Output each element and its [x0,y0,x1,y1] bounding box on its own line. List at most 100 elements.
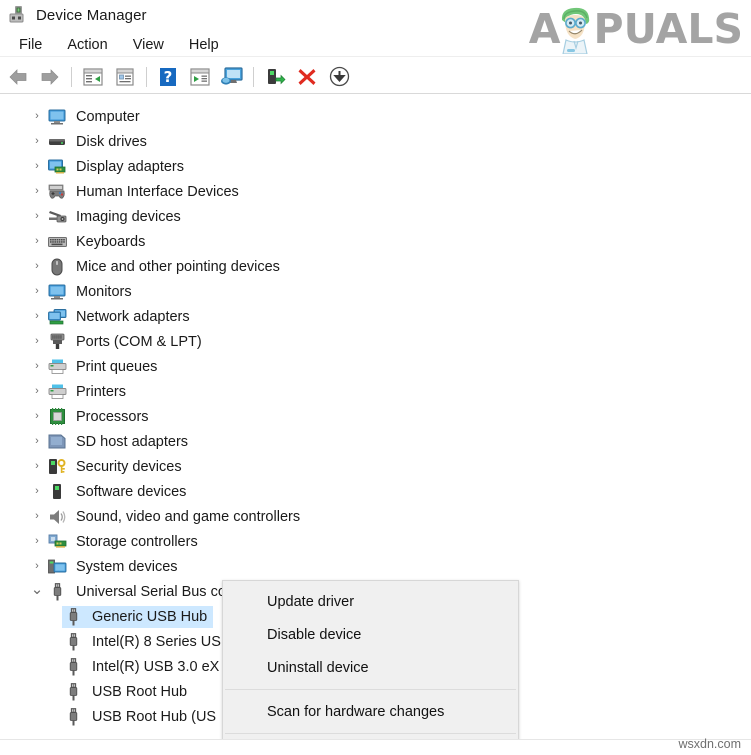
scan-hardware-changes-icon[interactable] [217,63,247,91]
chevron-right-icon[interactable]: › [28,361,46,372]
context-menu-separator [225,733,516,734]
tree-item-label: Human Interface Devices [76,183,239,200]
context-menu-item-uninstall-device[interactable]: Uninstall device [223,651,518,684]
tree-item-sd-host-adapters[interactable]: › SD host adapters [0,429,751,454]
speaker-icon [46,508,68,526]
chevron-right-icon[interactable]: › [28,386,46,397]
tree-item-label: Software devices [76,483,187,500]
menu-action[interactable]: Action [56,35,118,55]
uninstall-device-icon[interactable] [292,63,322,91]
tree-item-software-devices[interactable]: › Software devices [0,479,751,504]
tree-item-security-devices[interactable]: › Security devices [0,454,751,479]
chevron-right-icon[interactable]: › [28,136,46,147]
tree-item-system-devices[interactable]: › System devices [0,554,751,579]
tree-item-label: Network adapters [76,308,190,325]
tree-item-monitors[interactable]: › Monitors [0,279,751,304]
appuals-watermark: A PUALS [529,2,743,56]
chevron-right-icon[interactable]: › [28,261,46,272]
keyboard-icon [46,233,68,251]
chevron-right-icon[interactable]: › [28,436,46,447]
help-icon[interactable]: ? [153,63,183,91]
tree-item-network-adapters[interactable]: › Network adapters [0,304,751,329]
tree-item-printers[interactable]: › Printers [0,379,751,404]
tree-item-label: Intel(R) 8 Series US [92,633,221,650]
tree-item-keyboards[interactable]: › Keyboards [0,229,751,254]
tree-item-label: Intel(R) USB 3.0 eX [92,658,220,675]
chevron-right-icon[interactable]: › [28,486,46,497]
tree-item-storage-controllers[interactable]: › Storage controllers [0,529,751,554]
tree-item-processors[interactable]: › Processors [0,404,751,429]
window-title: Device Manager [36,6,147,24]
chevron-right-icon[interactable]: › [28,236,46,247]
context-menu-separator [225,689,516,690]
mouse-icon [46,258,68,276]
appuals-brand-rest: PUALS [593,4,743,53]
device-manager-window: Device Manager File Action View Help ? ›… [0,0,751,755]
chevron-right-icon[interactable]: › [28,336,46,347]
monitor-icon [46,283,68,301]
selection-highlight: Generic USB Hub [62,605,214,628]
device-manager-icon [8,5,28,25]
chevron-right-icon[interactable]: › [28,161,46,172]
imaging-camera-icon [46,208,68,226]
tree-item-computer[interactable]: › Computer [0,104,751,129]
tree-item-label: Mice and other pointing devices [76,258,280,275]
add-legacy-hardware-icon[interactable] [324,63,354,91]
chevron-right-icon[interactable]: › [28,561,46,572]
tree-item-disk-drives[interactable]: › Disk drives [0,129,751,154]
enable-device-icon[interactable] [260,63,290,91]
tree-item-label: Print queues [76,358,158,375]
chevron-right-icon[interactable]: › [28,536,46,547]
tree-item-sound-video-game-controllers[interactable]: › Sound, video and game controllers [0,504,751,529]
properties-icon[interactable] [110,63,140,91]
tree-item-print-queues[interactable]: › Print queues [0,354,751,379]
usb-icon [62,607,84,626]
tree-item-ports-com-lpt[interactable]: › Ports (COM & LPT) [0,329,751,354]
tree-item-imaging-devices[interactable]: › Imaging devices [0,204,751,229]
chevron-right-icon[interactable]: › [28,186,46,197]
chevron-right-icon[interactable]: › [28,511,46,522]
tree-item-label: Sound, video and game controllers [76,508,301,525]
back-arrow-icon[interactable] [3,63,33,91]
tree-item-mice-and-other-pointing-devices[interactable]: › Mice and other pointing devices [0,254,751,279]
tree-item-label: Generic USB Hub [92,608,208,625]
menu-help[interactable]: Help [178,35,230,55]
context-menu[interactable]: Update driver Disable device Uninstall d… [222,580,519,755]
sd-host-adapter-icon [46,433,68,451]
chevron-right-icon[interactable]: › [28,111,46,122]
usb-icon [62,632,84,651]
chevron-right-icon[interactable]: › [28,411,46,422]
chevron-right-icon[interactable]: › [28,286,46,297]
menu-file[interactable]: File [8,35,53,55]
forward-arrow-icon[interactable] [35,63,65,91]
menubar-divider [0,56,751,57]
port-connector-icon [46,333,68,351]
tree-item-label: USB Root Hub [92,683,188,700]
show-hide-console-tree-icon[interactable] [78,63,108,91]
context-menu-item-disable-device[interactable]: Disable device [223,618,518,651]
context-menu-item-update-driver[interactable]: Update driver [223,585,518,618]
security-key-icon [46,458,68,476]
printer-icon [46,383,68,401]
tree-item-label: Processors [76,408,149,425]
tree-item-human-interface-devices[interactable]: › Human Interface Devices [0,179,751,204]
tree-item-label: Ports (COM & LPT) [76,333,202,350]
tree-item-label: Printers [76,383,126,400]
tree-item-label: Keyboards [76,233,146,250]
computer-icon [46,108,68,126]
context-menu-item-scan-for-hardware-changes[interactable]: Scan for hardware changes [223,695,518,728]
tree-item-display-adapters[interactable]: › Display adapters [0,154,751,179]
chevron-right-icon[interactable]: › [28,311,46,322]
menu-view[interactable]: View [122,35,175,55]
svg-text:?: ? [164,68,173,86]
usb-icon [46,582,68,601]
display-adapter-icon [46,158,68,176]
chevron-down-icon[interactable]: ⌄ [28,582,46,597]
network-adapter-icon [46,308,68,326]
chevron-right-icon[interactable]: › [28,211,46,222]
site-watermark: wsxdn.com [678,737,741,751]
chevron-right-icon[interactable]: › [28,461,46,472]
tree-item-label: USB Root Hub (US [92,708,217,725]
usb-icon [62,682,84,701]
update-driver-icon[interactable] [185,63,215,91]
